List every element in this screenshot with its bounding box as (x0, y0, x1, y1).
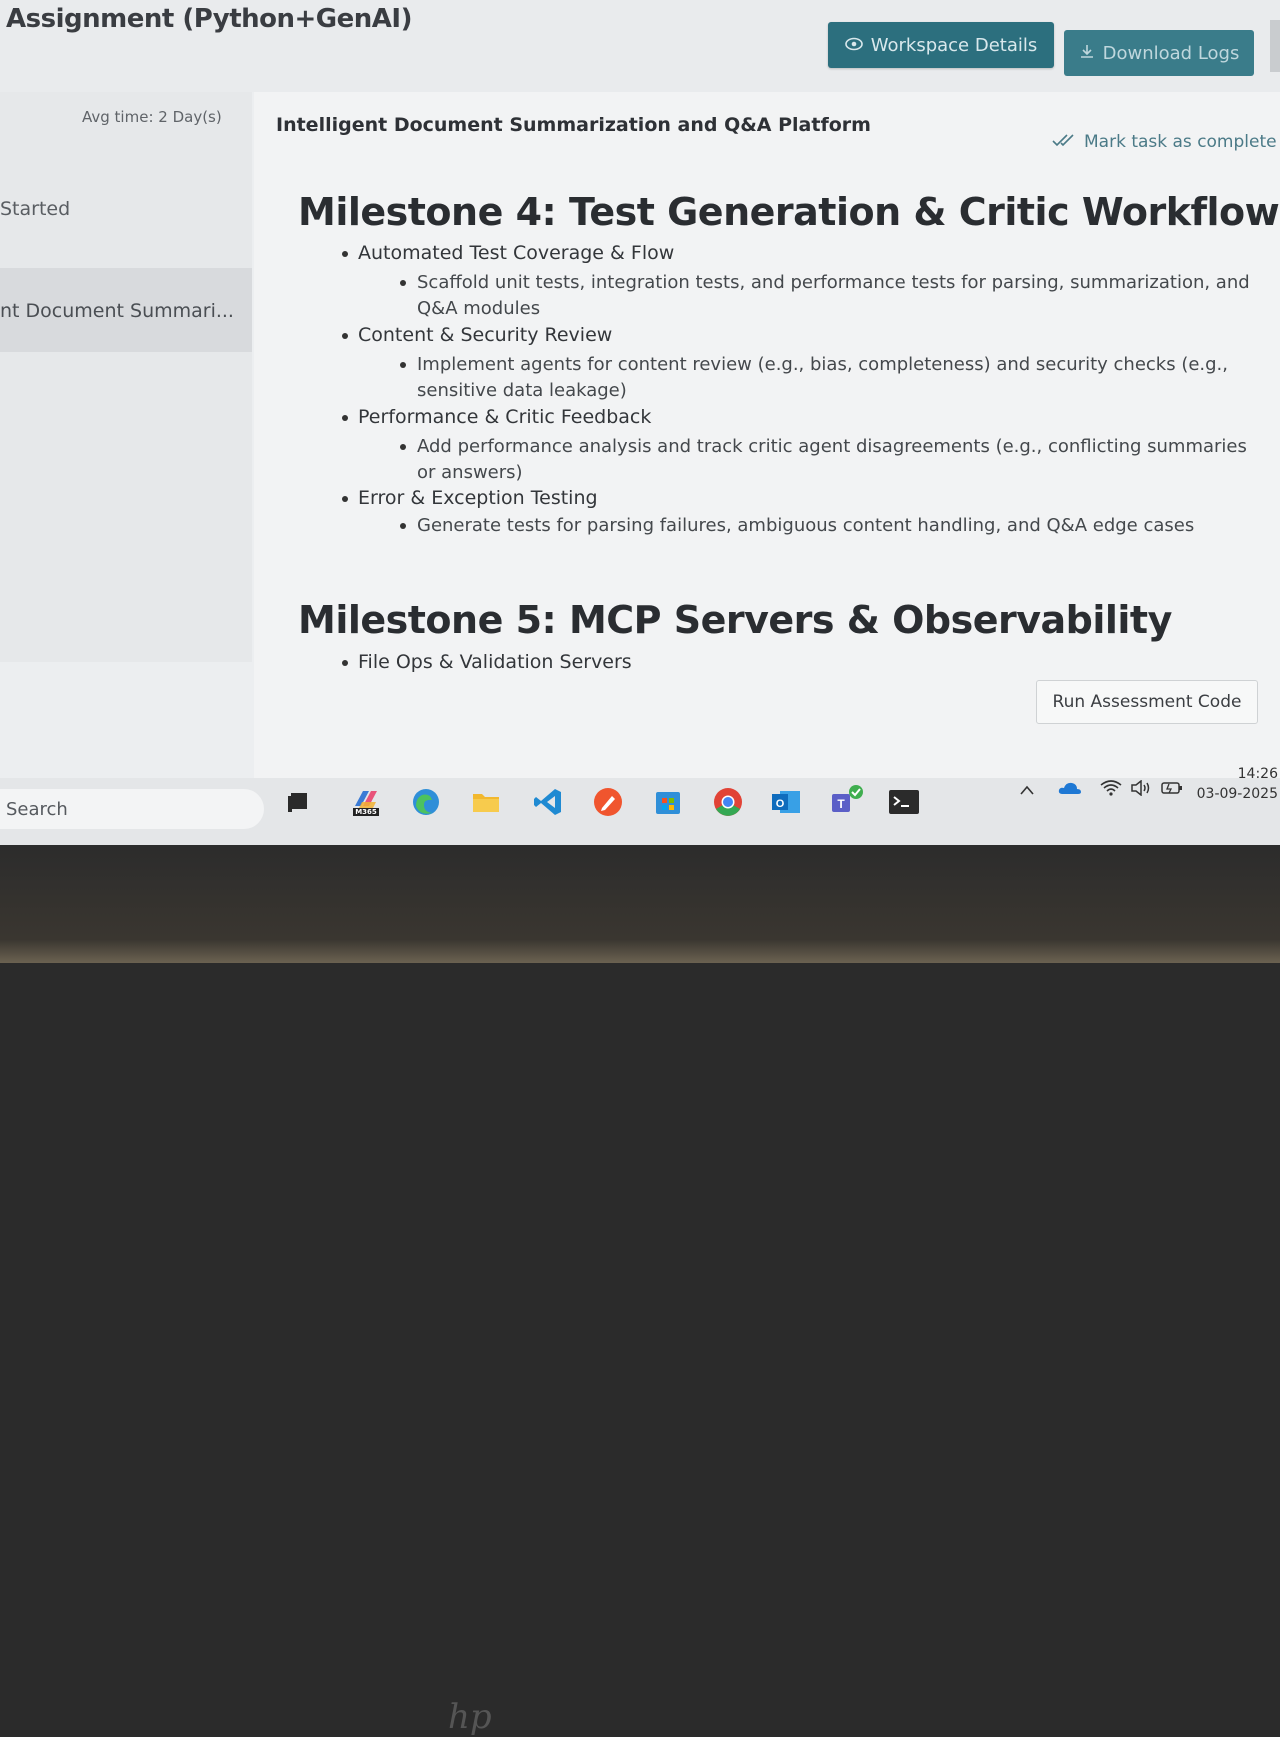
list-item: Error & Exception Testing (342, 487, 598, 509)
teams-icon[interactable]: T (828, 784, 864, 820)
folder-icon[interactable] (468, 784, 504, 820)
terminal-icon[interactable] (886, 784, 922, 820)
double-check-icon (1052, 132, 1078, 152)
detail-text: Add performance analysis and track criti… (417, 436, 1247, 483)
download-logs-label: Download Logs (1102, 42, 1240, 64)
milestone-heading: Milestone 4: Test Generation & Critic Wo… (298, 190, 1280, 234)
laptop-bezel: hp (0, 845, 1280, 1737)
screen: Assignment (Python+GenAI) Workspace Deta… (0, 0, 1280, 845)
m365-label: M365 (353, 808, 379, 816)
list-item-detail: Scaffold unit tests, integration tests, … (400, 270, 1257, 322)
task-title: Intelligent Document Summarization and Q… (276, 114, 871, 136)
download-icon (1079, 43, 1095, 64)
workspace-details-label: Workspace Details (870, 34, 1038, 56)
task-view-icon[interactable] (280, 784, 316, 820)
mark-complete-button[interactable]: Mark task as complete (1052, 132, 1277, 152)
chevron-up-icon[interactable] (1020, 780, 1034, 799)
sidebar-item-task[interactable]: nt Document Summari... (0, 300, 234, 322)
store-icon[interactable] (650, 784, 686, 820)
outlook-icon[interactable]: O (768, 784, 804, 820)
detail-text: Implement agents for content review (e.g… (417, 354, 1229, 401)
list-item: Performance & Critic Feedback (342, 406, 651, 428)
list-item: File Ops & Validation Servers (342, 651, 632, 673)
window-edge (1270, 20, 1280, 72)
clock-date: 03-09-2025 (1196, 786, 1278, 802)
list-item-detail: Add performance analysis and track criti… (400, 434, 1257, 486)
sidebar (0, 92, 252, 662)
mark-complete-label: Mark task as complete (1084, 132, 1277, 152)
m365-icon[interactable]: M365 (348, 784, 384, 820)
app-title: Assignment (Python+GenAI) (6, 4, 412, 34)
wifi-icon[interactable] (1100, 780, 1122, 800)
list-item-title: Automated Test Coverage & Flow (358, 242, 675, 264)
list-item-title: File Ops & Validation Servers (358, 651, 632, 673)
list-item-detail: Implement agents for content review (e.g… (400, 352, 1257, 404)
chrome-icon[interactable] (710, 784, 746, 820)
milestone-heading: Milestone 5: MCP Servers & Observability (298, 598, 1172, 642)
vscode-icon[interactable] (530, 784, 566, 820)
run-assessment-button[interactable]: Run Assessment Code (1036, 680, 1258, 724)
list-item: Automated Test Coverage & Flow (342, 242, 674, 264)
list-item-detail: Generate tests for parsing failures, amb… (400, 513, 1257, 539)
battery-icon[interactable] (1160, 780, 1184, 800)
detail-text: Generate tests for parsing failures, amb… (417, 515, 1195, 536)
pen-app-icon[interactable] (590, 784, 626, 820)
system-clock[interactable]: 14:26 03-09-2025 (1196, 764, 1278, 804)
onedrive-icon[interactable] (1058, 780, 1082, 799)
list-item-title: Error & Exception Testing (358, 487, 598, 509)
task-status: Started (0, 198, 71, 220)
svg-text:T: T (837, 797, 845, 811)
hp-logo-icon: hp (448, 1697, 492, 1737)
list-item-title: Content & Security Review (358, 324, 613, 346)
workspace-details-button[interactable]: Workspace Details (828, 22, 1054, 68)
volume-icon[interactable] (1130, 779, 1152, 800)
list-item-title: Performance & Critic Feedback (358, 406, 652, 428)
svg-text:O: O (776, 798, 785, 810)
taskbar-search[interactable]: Search (0, 789, 264, 829)
clock-time: 14:26 (1237, 766, 1278, 782)
eye-icon (844, 35, 863, 56)
download-logs-button[interactable]: Download Logs (1064, 30, 1254, 76)
top-header: Assignment (Python+GenAI) Workspace Deta… (0, 0, 1280, 92)
list-item: Content & Security Review (342, 324, 612, 346)
edge-icon[interactable] (408, 784, 444, 820)
avg-time: Avg time: 2 Day(s) (82, 108, 222, 126)
detail-text: Scaffold unit tests, integration tests, … (417, 272, 1250, 319)
